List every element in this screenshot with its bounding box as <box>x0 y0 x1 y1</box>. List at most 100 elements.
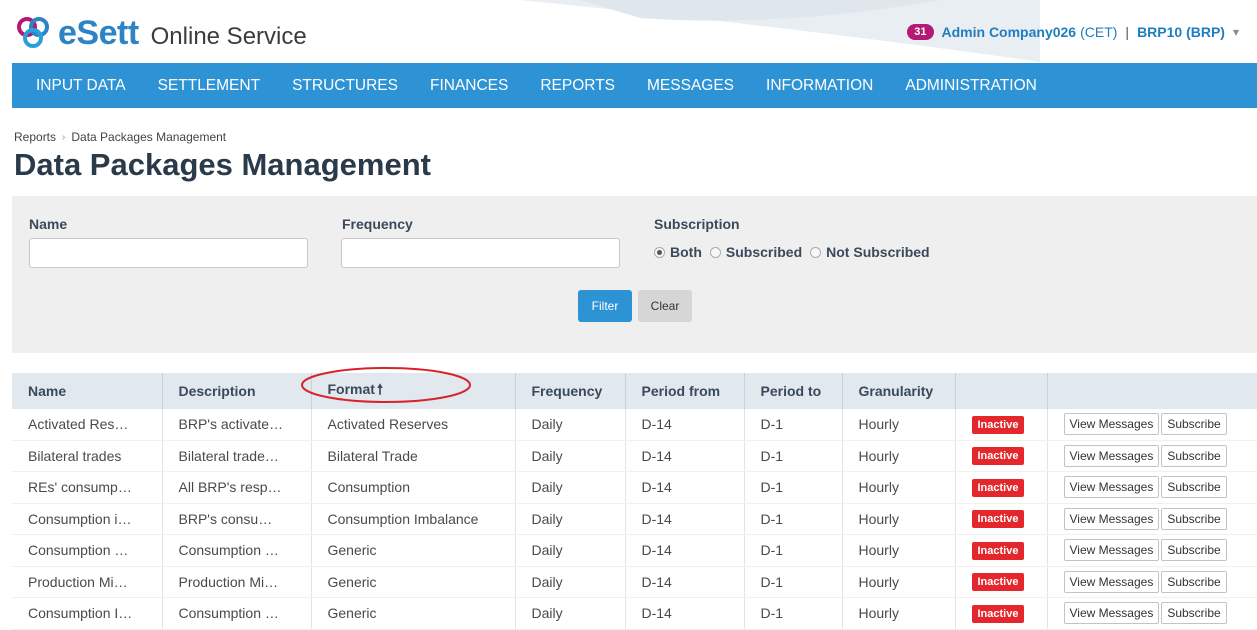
column-header-format[interactable]: Format 🠕 <box>311 373 516 409</box>
radio-both-label: Both <box>670 244 702 260</box>
cell-period-from: D-14 <box>625 409 745 441</box>
cell-period-to: D-1 <box>744 409 843 441</box>
status-badge: Inactive <box>971 415 1025 434</box>
cell-actions: View Messages Subscribe <box>1047 566 1257 598</box>
subscribe-button[interactable]: Subscribe <box>1161 539 1227 562</box>
view-messages-button[interactable]: View Messages <box>1063 602 1160 625</box>
subscribe-button[interactable]: Subscribe <box>1161 444 1227 467</box>
radio-unchecked-icon[interactable] <box>810 246 822 258</box>
cell-frequency: Daily <box>515 440 626 472</box>
nav-input-data[interactable]: INPUT DATA <box>12 63 142 108</box>
breadcrumb-reports[interactable]: Reports <box>14 130 56 144</box>
cell-actions: View Messages Subscribe <box>1047 534 1257 567</box>
cell-period-from: D-14 <box>625 597 745 630</box>
column-header-actions <box>1047 373 1257 409</box>
table-row: REs' consump… All BRP's resp… Consumptio… <box>12 471 1257 504</box>
nav-finances[interactable]: FINANCES <box>414 63 524 108</box>
cell-name: Consumption … <box>12 534 163 567</box>
radio-unchecked-icon[interactable] <box>709 246 721 258</box>
subscribe-button[interactable]: Subscribe <box>1161 602 1227 625</box>
chevron-right-icon: › <box>62 131 66 143</box>
clear-button[interactable]: Clear <box>638 290 692 322</box>
cell-format: Consumption <box>311 471 516 504</box>
column-header-name[interactable]: Name <box>12 373 163 409</box>
status-badge: Inactive <box>971 541 1025 560</box>
column-header-period-from[interactable]: Period from <box>625 373 745 409</box>
cell-description: BRP's consu… <box>162 503 312 535</box>
radio-not-subscribed[interactable]: Not Subscribed <box>810 244 930 260</box>
view-messages-button[interactable]: View Messages <box>1063 476 1160 499</box>
cell-period-from: D-14 <box>625 566 745 598</box>
cell-actions: View Messages Subscribe <box>1047 440 1257 472</box>
radio-subscribed[interactable]: Subscribed <box>709 244 803 260</box>
cell-name: REs' consump… <box>12 471 163 504</box>
app-header: eSett Online Service 31 Admin Company026… <box>0 0 1257 62</box>
cell-period-to: D-1 <box>744 503 843 535</box>
cell-name: Activated Res… <box>12 409 163 441</box>
chevron-down-icon[interactable]: ▾ <box>1233 25 1239 39</box>
view-messages-button[interactable]: View Messages <box>1063 444 1160 467</box>
column-header-label: Period to <box>760 383 822 399</box>
brand-name: eSett <box>58 14 139 52</box>
status-badge: Inactive <box>971 510 1025 529</box>
column-header-period-to[interactable]: Period to <box>744 373 843 409</box>
nav-information[interactable]: INFORMATION <box>750 63 889 108</box>
cell-granularity: Hourly <box>842 566 956 598</box>
subscribe-button[interactable]: Subscribe <box>1161 507 1227 530</box>
radio-subscribed-label: Subscribed <box>725 244 803 260</box>
cell-frequency: Daily <box>515 503 626 535</box>
subscribe-button[interactable]: Subscribe <box>1161 570 1227 593</box>
cell-description: All BRP's resp… <box>162 471 312 504</box>
radio-checked-icon[interactable] <box>654 246 665 258</box>
notification-badge[interactable]: 31 <box>907 24 934 40</box>
column-header-frequency[interactable]: Frequency <box>515 373 626 409</box>
column-header-granularity[interactable]: Granularity <box>842 373 956 409</box>
brand-logo[interactable]: eSett Online Service <box>14 16 307 50</box>
name-filter-input[interactable] <box>29 238 308 268</box>
cell-name: Production Mi… <box>12 566 163 598</box>
cell-frequency: Daily <box>515 409 626 441</box>
view-messages-button[interactable]: View Messages <box>1063 413 1160 436</box>
arrow-up-icon[interactable]: 🠕 <box>377 381 383 397</box>
cell-name: Consumption I… <box>12 597 163 630</box>
cell-period-from: D-14 <box>625 471 745 504</box>
data-packages-table-container: Name Description Format 🠕 Frequency Perio… <box>12 373 1257 630</box>
view-messages-button[interactable]: View Messages <box>1063 570 1160 593</box>
cell-granularity: Hourly <box>842 503 956 535</box>
column-header-description[interactable]: Description <box>162 373 312 409</box>
brand-subtitle: Online Service <box>150 23 307 50</box>
view-messages-button[interactable]: View Messages <box>1063 507 1160 530</box>
user-role[interactable]: BRP10 (BRP) <box>1137 24 1225 40</box>
cell-description: Production Mi… <box>162 566 312 598</box>
nav-settlement[interactable]: SETTLEMENT <box>142 63 276 108</box>
table-row: Consumption i… BRP's consu… Consumption … <box>12 503 1257 535</box>
subscribe-button[interactable]: Subscribe <box>1161 413 1227 436</box>
cell-format: Generic <box>311 566 516 598</box>
cell-status: Inactive <box>955 597 1048 630</box>
frequency-filter-input[interactable] <box>341 238 620 268</box>
nav-administration[interactable]: ADMINISTRATION <box>889 63 1052 108</box>
column-header-label: Frequency <box>531 383 603 399</box>
data-packages-table: Name Description Format 🠕 Frequency Perio… <box>12 373 1257 630</box>
column-header-label: Granularity <box>858 383 934 399</box>
nav-reports[interactable]: REPORTS <box>524 63 631 108</box>
cell-status: Inactive <box>955 409 1048 441</box>
subscribe-button[interactable]: Subscribe <box>1161 476 1227 499</box>
view-messages-button[interactable]: View Messages <box>1063 539 1160 562</box>
filter-button[interactable]: Filter <box>578 290 632 322</box>
cell-format: Bilateral Trade <box>311 440 516 472</box>
status-badge: Inactive <box>971 573 1025 592</box>
user-menu[interactable]: 31 Admin Company026 (CET) | BRP10 (BRP) … <box>907 24 1239 40</box>
user-company-name[interactable]: Admin Company026 <box>942 24 1077 40</box>
nav-messages[interactable]: MESSAGES <box>631 63 750 108</box>
nav-structures[interactable]: STRUCTURES <box>276 63 414 108</box>
table-row: Bilateral trades Bilateral trade… Bilate… <box>12 440 1257 472</box>
cell-granularity: Hourly <box>842 534 956 567</box>
cell-period-to: D-1 <box>744 566 843 598</box>
table-header-row: Name Description Format 🠕 Frequency Perio… <box>12 373 1257 409</box>
table-row: Activated Res… BRP's activate… Activated… <box>12 409 1257 441</box>
cell-period-to: D-1 <box>744 440 843 472</box>
radio-both[interactable]: Both <box>654 244 702 260</box>
cell-period-from: D-14 <box>625 503 745 535</box>
subscription-radio-group: Both Subscribed Not Subscribed <box>654 244 938 260</box>
